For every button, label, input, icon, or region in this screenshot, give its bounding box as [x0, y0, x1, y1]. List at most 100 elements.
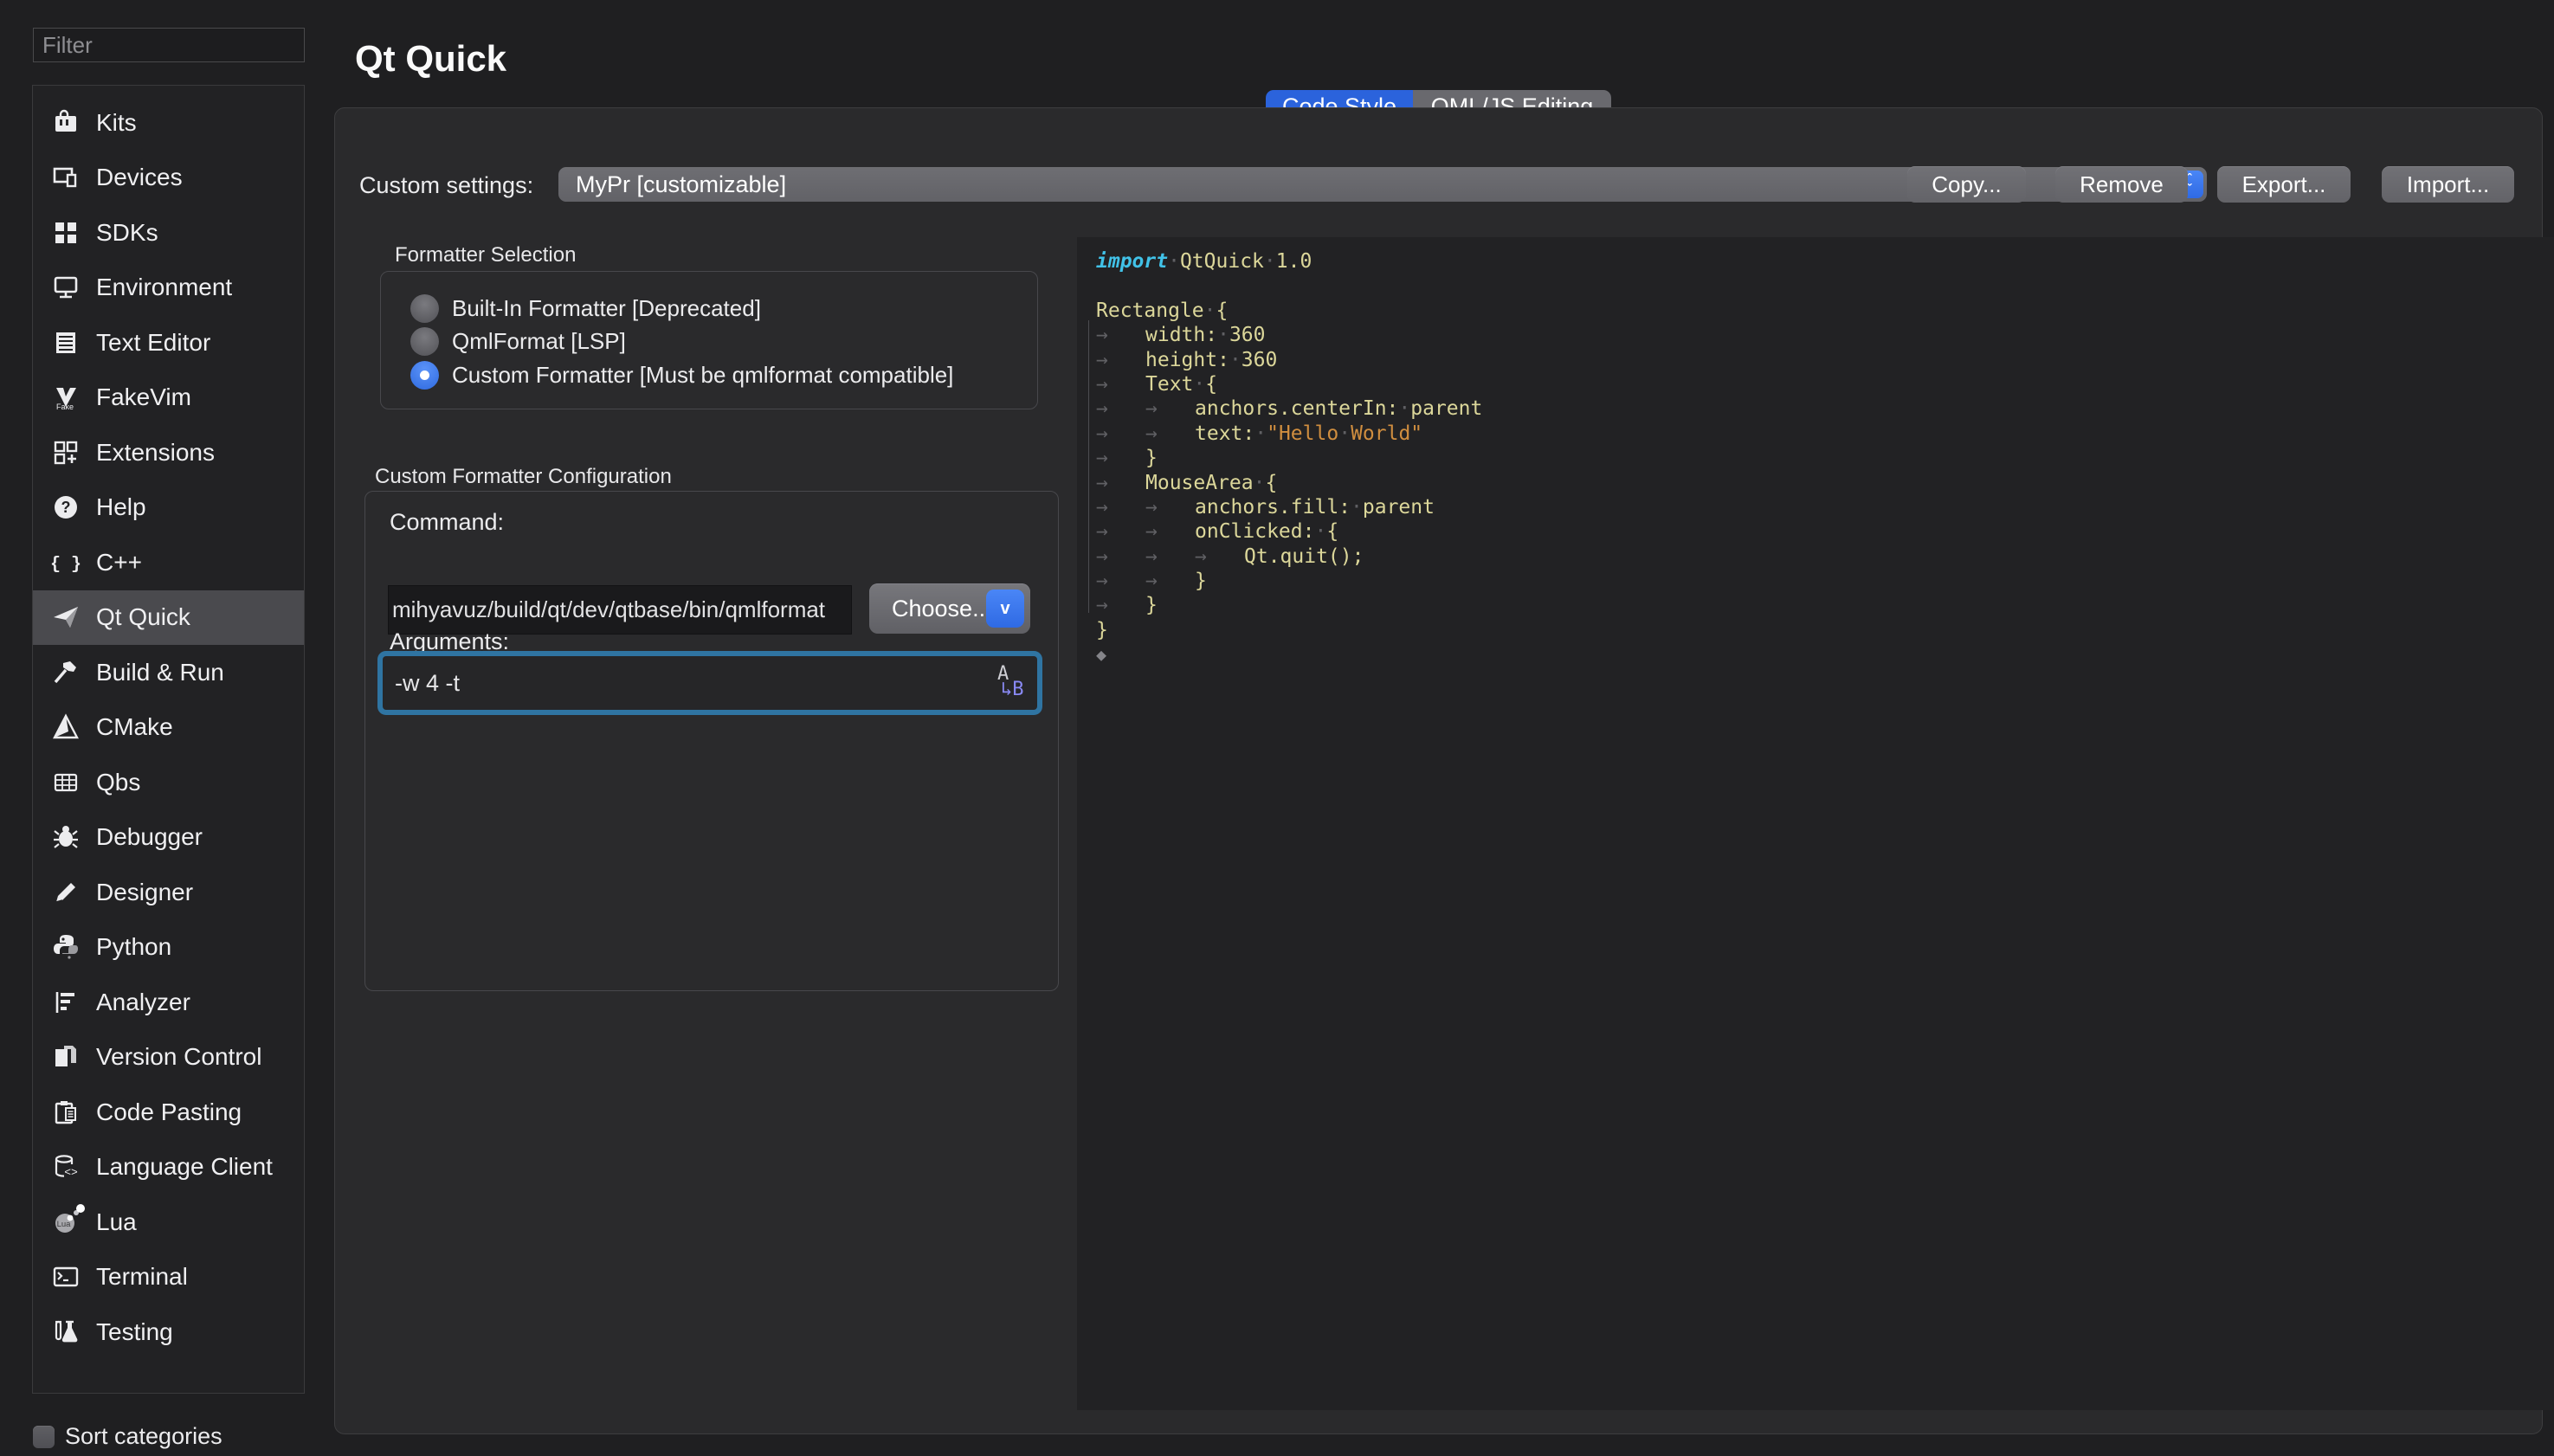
sidebar-item-language-client[interactable]: <>Language Client — [33, 1140, 304, 1195]
code-token: 360 — [1242, 349, 1278, 371]
code-token: QtQuick — [1180, 250, 1264, 273]
command-input[interactable] — [388, 585, 852, 635]
code-string: World" — [1351, 422, 1422, 445]
export-button[interactable]: Export... — [2217, 166, 2351, 203]
whitespace-dot: · — [1193, 373, 1205, 396]
sidebar-item-sdks[interactable]: SDKs — [33, 205, 304, 261]
custom-formatter-config-group: Command: Choose... v Arguments: A ↳B — [364, 491, 1059, 991]
radio-label: Built-In Formatter [Deprecated] — [452, 295, 761, 322]
code-token: parent — [1363, 496, 1435, 519]
designer-icon — [49, 876, 82, 909]
insert-variable-icon[interactable]: A ↳B — [990, 661, 1029, 705]
sort-categories-label: Sort categories — [65, 1423, 223, 1450]
indent-guide-line — [1088, 320, 1089, 613]
arguments-label: Arguments: — [390, 628, 509, 655]
sidebar-item-python[interactable]: Python — [33, 920, 304, 976]
radio-unselected-icon[interactable] — [410, 327, 439, 356]
sidebar-item-text-editor[interactable]: Text Editor — [33, 315, 304, 370]
whitespace-dot: · — [1351, 496, 1363, 519]
sidebar-item-devices[interactable]: Devices — [33, 151, 304, 206]
whitespace-dot: · — [1254, 422, 1267, 445]
radio-built-in-formatter-deprecated[interactable]: Built-In Formatter [Deprecated] — [410, 292, 1037, 325]
devices-icon — [49, 161, 82, 194]
import-button[interactable]: Import... — [2382, 166, 2514, 203]
whitespace-dot: · — [1229, 349, 1242, 371]
code-token: Rectangle — [1096, 300, 1204, 322]
sidebar-item-terminal[interactable]: Terminal — [33, 1250, 304, 1305]
code-token: { — [1216, 300, 1228, 322]
sidebar-item-label: Build & Run — [96, 659, 224, 686]
formatter-selection-title: Formatter Selection — [395, 243, 576, 267]
tab-marker-icon: → — [1096, 396, 1145, 421]
radio-label: QmlFormat [LSP] — [452, 328, 626, 355]
svg-text:Lua: Lua — [57, 1220, 72, 1229]
analyzer-icon — [49, 986, 82, 1019]
sidebar-item-designer[interactable]: Designer — [33, 865, 304, 920]
sort-categories-row: Sort categories — [33, 1423, 223, 1450]
tab-marker-icon: → — [1096, 544, 1145, 569]
code-token: anchors.centerIn: — [1195, 397, 1398, 420]
sidebar-item-label: Language Client — [96, 1153, 273, 1181]
radio-qmlformat-lsp[interactable]: QmlFormat [LSP] — [410, 325, 1037, 359]
sidebar-item-lua[interactable]: LuaLua — [33, 1195, 304, 1250]
cpp-icon: { } — [49, 546, 82, 579]
code-pasting-icon — [49, 1096, 82, 1129]
sidebar-item-version-control[interactable]: Version Control — [33, 1030, 304, 1086]
remove-button[interactable]: Remove — [2055, 166, 2188, 203]
sidebar-item-analyzer[interactable]: Analyzer — [33, 975, 304, 1030]
sidebar-item-build-run[interactable]: Build & Run — [33, 645, 304, 700]
sidebar-item-help[interactable]: ?Help — [33, 480, 304, 536]
sidebar-item-label: SDKs — [96, 219, 158, 247]
arguments-input[interactable] — [388, 661, 994, 705]
sidebar-item-code-pasting[interactable]: Code Pasting — [33, 1085, 304, 1140]
sidebar-item-debugger[interactable]: Debugger — [33, 810, 304, 866]
whitespace-dot: · — [1398, 397, 1410, 420]
tab-marker-icon: → — [1145, 544, 1195, 569]
tab-marker-icon: → — [1096, 495, 1145, 519]
code-token: { — [1265, 472, 1277, 494]
code-token: 360 — [1229, 324, 1266, 346]
sidebar-item-qt-quick[interactable]: Qt Quick — [33, 590, 304, 646]
radio-selected-icon[interactable] — [410, 361, 439, 390]
tab-marker-icon: → — [1145, 519, 1195, 544]
sidebar-item-c[interactable]: { }C++ — [33, 535, 304, 590]
custom-settings-label: Custom settings: — [359, 172, 533, 199]
sidebar-item-label: FakeVim — [96, 383, 191, 411]
whitespace-dot: · — [1314, 520, 1326, 543]
environment-icon — [49, 271, 82, 304]
tab-marker-icon: → — [1096, 372, 1145, 396]
sidebar-item-label: Qbs — [96, 769, 140, 796]
code-line: →height:·360 — [1096, 348, 2554, 372]
sidebar-item-testing[interactable]: Testing — [33, 1305, 304, 1360]
code-line: →Text·{ — [1096, 372, 2554, 396]
sdks-icon — [49, 216, 82, 249]
choose-button[interactable]: Choose... v — [869, 583, 1030, 634]
sidebar-item-extensions[interactable]: Extensions — [33, 425, 304, 480]
sidebar-item-kits[interactable]: Kits — [33, 95, 304, 151]
help-icon: ? — [49, 491, 82, 524]
chevron-down-icon[interactable]: v — [986, 589, 1024, 628]
sidebar-item-fakevim[interactable]: FakeFakeVim — [33, 370, 304, 426]
sidebar-item-environment[interactable]: Environment — [33, 261, 304, 316]
build-run-icon — [49, 656, 82, 689]
radio-custom-formatter-must-be-qmlformat-compatible[interactable]: Custom Formatter [Must be qmlformat comp… — [410, 358, 1037, 392]
radio-unselected-icon[interactable] — [410, 294, 439, 323]
filter-input[interactable] — [33, 28, 305, 62]
sort-categories-checkbox[interactable] — [33, 1426, 55, 1448]
sidebar-item-qbs[interactable]: Qbs — [33, 755, 304, 810]
sidebar-item-label: Testing — [96, 1318, 173, 1346]
sidebar-item-label: Text Editor — [96, 329, 210, 357]
copy-button[interactable]: Copy... — [1907, 166, 2026, 203]
sidebar-item-cmake[interactable]: CMake — [33, 700, 304, 756]
whitespace-dot: · — [1204, 300, 1216, 322]
sidebar-item-label: CMake — [96, 713, 173, 741]
sidebar-item-label: Environment — [96, 274, 232, 301]
tab-marker-icon: → — [1096, 348, 1145, 372]
sidebar-item-label: Terminal — [96, 1263, 188, 1291]
sidebar-item-label: Extensions — [96, 439, 215, 467]
custom-settings-value: MyPr [customizable] — [576, 171, 786, 198]
code-line: →width:·360 — [1096, 323, 2554, 347]
code-line: →→anchors.fill:·parent — [1096, 495, 2554, 519]
tab-marker-icon: → — [1096, 569, 1145, 593]
code-token: 1.0 — [1276, 250, 1312, 273]
